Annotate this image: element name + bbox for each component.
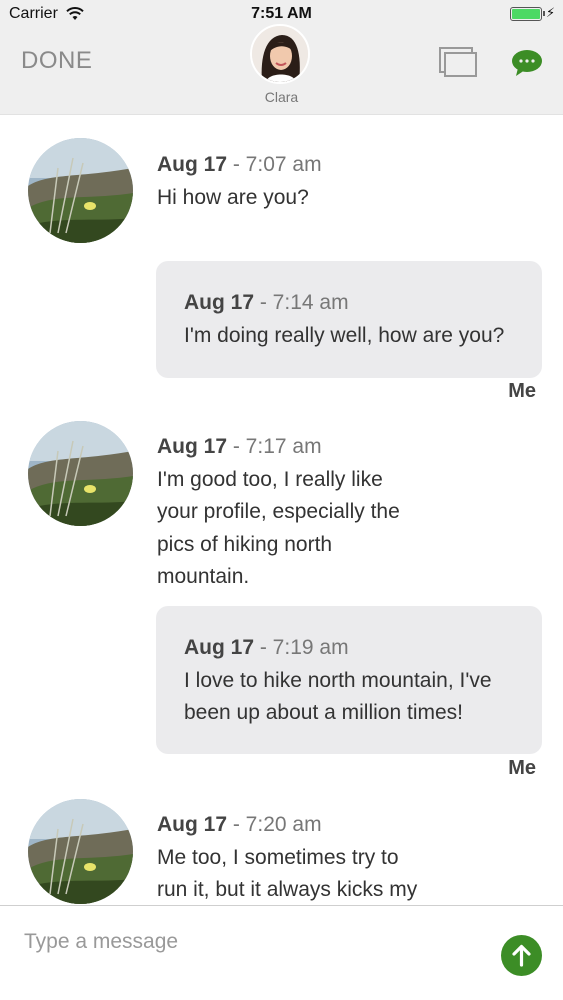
message-bubble-outgoing: Aug 17 - 7:19 am I love to hike north mo…	[156, 606, 542, 754]
message-bubble-outgoing: Aug 17 - 7:14 am I'm doing really well, …	[156, 261, 542, 378]
message-header: Aug 17 - 7:19 am	[184, 632, 492, 665]
contact-avatar[interactable]	[250, 24, 310, 84]
message-time: - 7:14 am	[259, 291, 349, 314]
sender-label: Me	[508, 380, 536, 402]
message-date: Aug 17	[157, 435, 228, 458]
message-header: Aug 17 - 7:20 am	[157, 809, 417, 842]
message-date: Aug 17	[184, 291, 255, 314]
done-button[interactable]: DONE	[21, 47, 92, 75]
message-time: - 7:20 am	[232, 813, 322, 836]
message-time: - 7:07 am	[232, 153, 322, 176]
message-date: Aug 17	[157, 813, 228, 836]
message-text-line: mountain.	[157, 565, 250, 588]
message-body: Aug 17 - 7:19 am I love to hike north mo…	[184, 632, 492, 730]
message-composer	[0, 905, 563, 1000]
message-body: Aug 17 - 7:14 am I'm doing really well, …	[184, 287, 504, 352]
message-header: Aug 17 - 7:14 am	[184, 287, 504, 320]
message-text-line: been up about a million times!	[184, 701, 463, 724]
message-input[interactable]	[24, 926, 474, 958]
status-time: 7:51 AM	[251, 5, 312, 22]
message-body: Aug 17 - 7:20 am Me too, I sometimes try…	[157, 809, 417, 906]
message-list[interactable]: Aug 17 - 7:07 am Hi how are you? Aug 17 …	[0, 116, 563, 906]
send-button[interactable]	[501, 935, 542, 976]
message-time: - 7:17 am	[232, 435, 322, 458]
contact-name: Clara	[264, 89, 299, 105]
sender-avatar[interactable]	[28, 138, 133, 243]
message-body: Aug 17 - 7:07 am Hi how are you?	[157, 149, 322, 214]
message-text: Hi how are you?	[157, 185, 309, 209]
arrow-up-icon	[512, 944, 531, 967]
sender-avatar[interactable]	[28, 799, 133, 904]
message-text-line: I'm good too, I really like	[157, 467, 383, 491]
message-body: Aug 17 - 7:17 am I'm good too, I really …	[157, 431, 400, 594]
message-text-line: Me too, I sometimes try to	[157, 845, 399, 869]
message-text-line: pics of hiking north	[157, 532, 333, 556]
battery-icon	[510, 7, 545, 21]
sender-label: Me	[508, 757, 536, 779]
charging-bolt-icon: ⚡	[546, 5, 556, 20]
message-date: Aug 17	[157, 153, 228, 176]
message-text-line: your profile, especially the	[157, 500, 400, 523]
sender-avatar[interactable]	[28, 421, 133, 526]
message-text-line: I love to hike north mountain, I've	[184, 668, 492, 692]
message-time: - 7:19 am	[259, 636, 349, 659]
message-text: I'm doing really well, how are you?	[184, 323, 505, 347]
message-date: Aug 17	[184, 636, 255, 659]
chat-bubble-icon[interactable]	[511, 49, 543, 77]
battery-level	[512, 9, 540, 19]
nav-bar: DONE Clara	[0, 24, 563, 115]
message-header: Aug 17 - 7:17 am	[157, 431, 400, 464]
windows-icon[interactable]	[438, 46, 478, 78]
message-header: Aug 17 - 7:07 am	[157, 149, 322, 182]
message-text-line: run it, but it always kicks my	[157, 878, 418, 901]
